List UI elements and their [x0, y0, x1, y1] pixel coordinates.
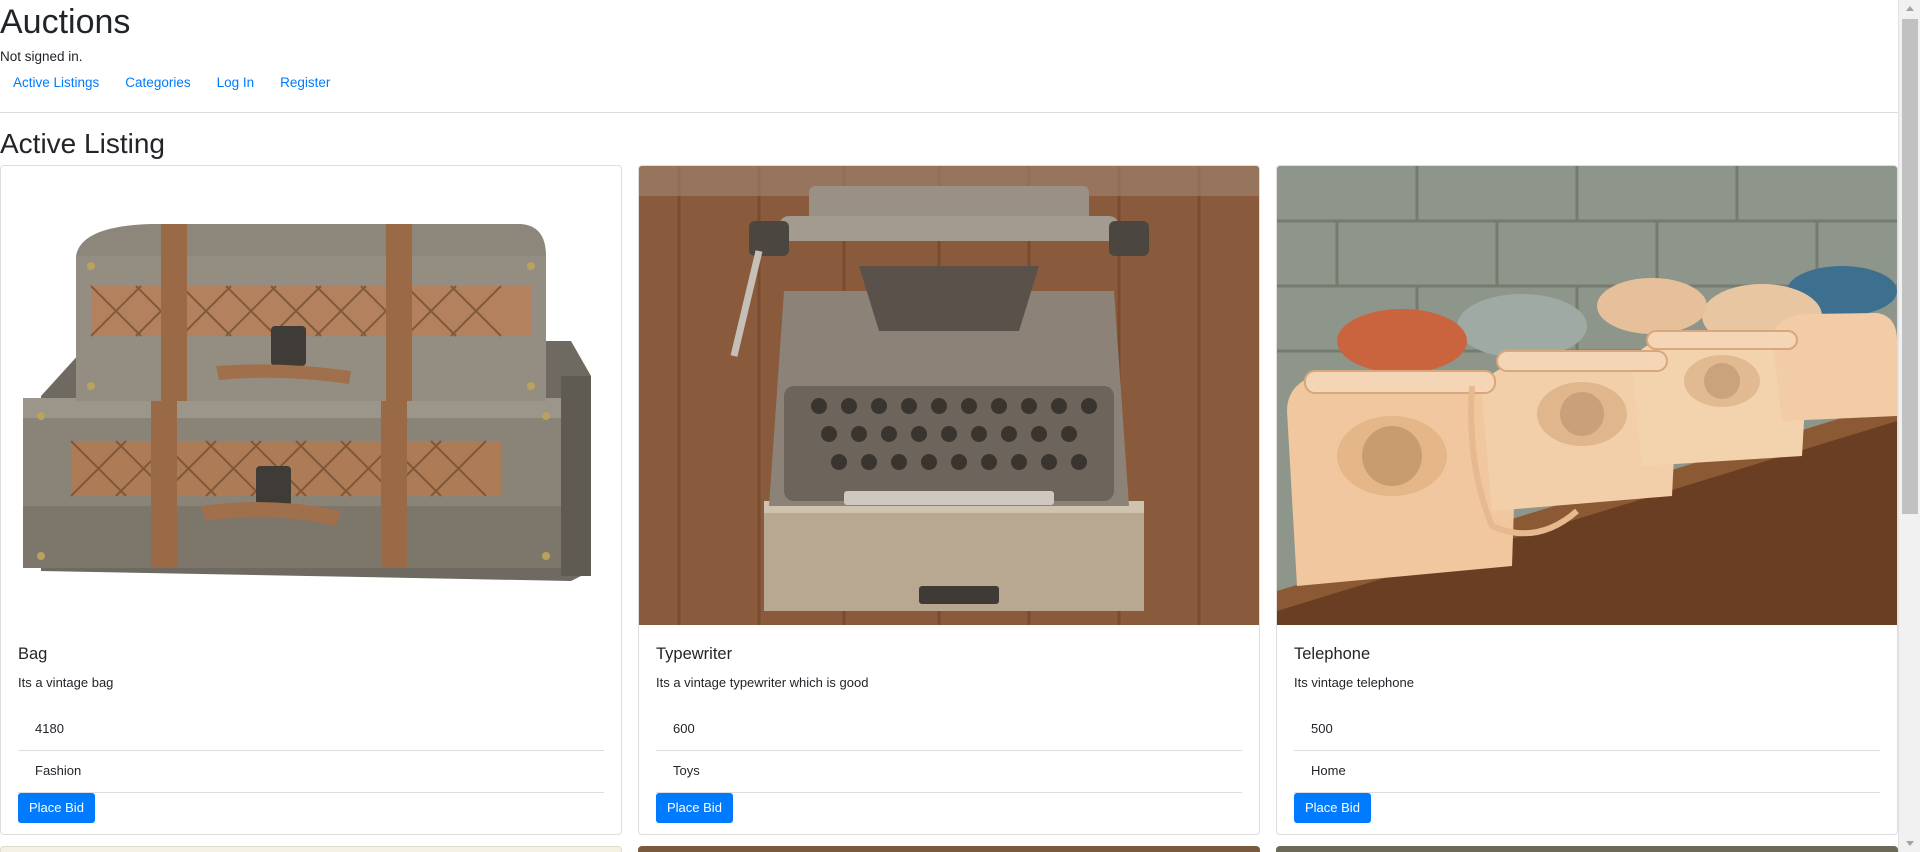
nav-active-listings[interactable]: Active Listings	[0, 74, 112, 94]
listing-title: Typewriter	[656, 645, 733, 663]
place-bid-button[interactable]: Place Bid	[18, 793, 95, 823]
listing-price: 500	[1294, 709, 1880, 751]
nav-categories[interactable]: Categories	[112, 74, 203, 94]
listing-category: Fashion	[18, 751, 604, 793]
place-bid-button[interactable]: Place Bid	[1294, 793, 1371, 823]
place-bid-button[interactable]: Place Bid	[656, 793, 733, 823]
listing-card: Telephone Its vintage telephone 500 Home…	[1276, 165, 1898, 835]
card-body: Bag Its a vintage bag 4180 Fashion Place…	[1, 625, 621, 823]
main-nav: Active Listings Categories Log In Regist…	[0, 74, 343, 94]
vintage-chest-image[interactable]	[1, 166, 621, 625]
vertical-scrollbar[interactable]	[1898, 0, 1920, 852]
listing-description: Its a vintage bag	[18, 675, 114, 690]
typewriter-image[interactable]	[639, 166, 1259, 625]
listing-details: 600 Toys	[656, 709, 1242, 793]
nav-register[interactable]: Register	[267, 74, 343, 94]
scroll-thumb[interactable]	[1902, 19, 1918, 514]
site-title: Auctions	[0, 3, 131, 41]
scroll-up-arrow-icon[interactable]	[1899, 0, 1920, 17]
listing-card: Bag Its a vintage bag 4180 Fashion Place…	[0, 165, 622, 835]
card-body: Telephone Its vintage telephone 500 Home…	[1277, 625, 1897, 823]
next-listing-card-peek	[1276, 846, 1898, 852]
section-title: Active Listing	[0, 128, 165, 159]
signin-status: Not signed in.	[0, 49, 83, 64]
card-body: Typewriter Its a vintage typewriter whic…	[639, 625, 1259, 823]
page: Auctions Not signed in. Active Listings …	[0, 0, 1898, 852]
listing-details: 500 Home	[1294, 709, 1880, 793]
listing-description: Its a vintage typewriter which is good	[656, 675, 869, 690]
listing-description: Its vintage telephone	[1294, 675, 1414, 690]
listing-category: Toys	[656, 751, 1242, 793]
listing-category: Home	[1294, 751, 1880, 793]
next-listing-card-peek	[638, 846, 1260, 852]
scroll-down-arrow-icon[interactable]	[1899, 835, 1920, 852]
listing-title: Bag	[18, 645, 48, 663]
listing-details: 4180 Fashion	[18, 709, 604, 793]
listing-price: 4180	[18, 709, 604, 751]
nav-log-in[interactable]: Log In	[204, 74, 268, 94]
listing-price: 600	[656, 709, 1242, 751]
header-divider	[0, 112, 1898, 113]
listing-title: Telephone	[1294, 645, 1371, 663]
next-listing-card-peek	[0, 846, 622, 852]
rotary-telephones-image[interactable]	[1277, 166, 1897, 625]
listing-card: Typewriter Its a vintage typewriter whic…	[638, 165, 1260, 835]
